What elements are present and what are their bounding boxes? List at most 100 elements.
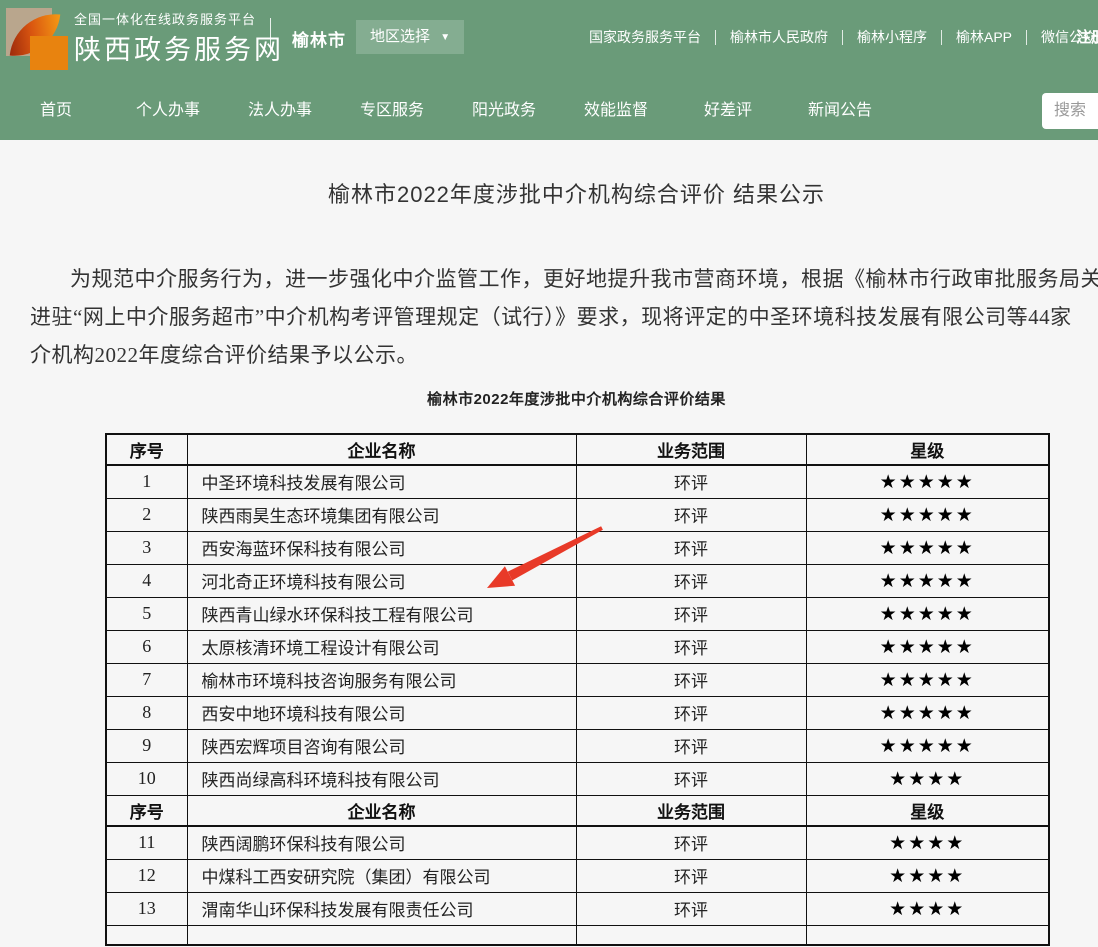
nav-item[interactable]: 效能监督 — [560, 82, 672, 140]
cell-star-rating: ★★★★ — [806, 859, 1049, 892]
cell-star-rating: ★★★★★ — [806, 729, 1049, 762]
cell-index: 11 — [106, 826, 187, 859]
cell-business-scope: 环评 — [576, 630, 806, 663]
column-header: 星级 — [806, 795, 1049, 826]
cell-index: 13 — [106, 892, 187, 925]
nav-item[interactable]: 好差评 — [672, 82, 784, 140]
nav-item[interactable]: 法人办事 — [224, 82, 336, 140]
paragraph-line: 为规范中介服务行为，进一步强化中介监管工作，更好地提升我市营商环境，根据《榆林市… — [30, 260, 1098, 298]
column-header: 序号 — [106, 434, 187, 465]
cell-company-name: 陕西青山绿水环保科技工程有限公司 — [187, 597, 576, 630]
cell-company-name: 陕西尚绿高科环境科技有限公司 — [187, 762, 576, 795]
top-link[interactable]: 榆林APP — [942, 27, 1026, 47]
announcement-paragraph: 为规范中介服务行为，进一步强化中介监管工作，更好地提升我市营商环境，根据《榆林市… — [30, 260, 1098, 374]
table-row: 10陕西尚绿高科环境科技有限公司环评★★★★ — [106, 762, 1049, 795]
platform-tagline: 全国一体化在线政务服务平台 — [74, 10, 284, 30]
region-select-button[interactable]: 地区选择 ▼ — [356, 20, 464, 54]
nav-item[interactable]: 个人办事 — [112, 82, 224, 140]
table-row: 7榆林市环境科技咨询服务有限公司环评★★★★★ — [106, 663, 1049, 696]
cell-index: 12 — [106, 859, 187, 892]
table-row: 6太原核清环境工程设计有限公司环评★★★★★ — [106, 630, 1049, 663]
column-header: 星级 — [806, 434, 1049, 465]
cell-index: 3 — [106, 531, 187, 564]
cell-company-name: 西安海蓝环保科技有限公司 — [187, 531, 576, 564]
nav-item[interactable]: 阳光政务 — [448, 82, 560, 140]
register-link[interactable]: 注册 — [1076, 26, 1098, 47]
cell-star-rating: ★★★★★ — [806, 696, 1049, 729]
cell-company-name: 陕西阔鹏环保科技有限公司 — [187, 826, 576, 859]
column-header: 序号 — [106, 795, 187, 826]
cell-clipped — [187, 925, 576, 945]
cell-index: 10 — [106, 762, 187, 795]
cell-company-name: 太原核清环境工程设计有限公司 — [187, 630, 576, 663]
cell-star-rating: ★★★★★ — [806, 531, 1049, 564]
cell-star-rating: ★★★★★ — [806, 663, 1049, 696]
table-row-clipped — [106, 925, 1049, 945]
cell-index: 7 — [106, 663, 187, 696]
site-name: 陕西政务服务网 — [74, 32, 284, 68]
main-nav: 首页个人办事法人办事专区服务阳光政务效能监督好差评新闻公告 — [0, 82, 1098, 140]
cell-business-scope: 环评 — [576, 564, 806, 597]
cell-business-scope: 环评 — [576, 696, 806, 729]
table-row: 13渭南华山环保科技发展有限责任公司环评★★★★ — [106, 892, 1049, 925]
header-divider — [270, 18, 271, 52]
cell-business-scope: 环评 — [576, 663, 806, 696]
cell-star-rating: ★★★★★ — [806, 597, 1049, 630]
nav-item[interactable]: 新闻公告 — [784, 82, 896, 140]
cell-business-scope: 环评 — [576, 892, 806, 925]
cell-business-scope: 环评 — [576, 729, 806, 762]
cell-index: 8 — [106, 696, 187, 729]
top-links: 国家政务服务平台榆林市人民政府榆林小程序榆林APP微信公众号 — [575, 0, 1098, 74]
cell-star-rating: ★★★★★ — [806, 564, 1049, 597]
cell-business-scope: 环评 — [576, 597, 806, 630]
cell-company-name: 中圣环境科技发展有限公司 — [187, 465, 576, 498]
table-row: 9陕西宏辉项目咨询有限公司环评★★★★★ — [106, 729, 1049, 762]
cell-business-scope: 环评 — [576, 762, 806, 795]
cell-business-scope: 环评 — [576, 859, 806, 892]
cell-star-rating: ★★★★ — [806, 892, 1049, 925]
column-header: 企业名称 — [187, 434, 576, 465]
evaluation-results-table: 序号企业名称业务范围星级1中圣环境科技发展有限公司环评★★★★★2陕西雨昊生态环… — [105, 433, 1050, 946]
cell-star-rating: ★★★★ — [806, 826, 1049, 859]
table-caption: 榆林市2022年度涉批中介机构综合评价结果 — [0, 388, 1098, 409]
top-link[interactable]: 榆林小程序 — [843, 27, 941, 47]
cell-company-name: 榆林市环境科技咨询服务有限公司 — [187, 663, 576, 696]
cell-star-rating: ★★★★★ — [806, 630, 1049, 663]
cell-clipped — [576, 925, 806, 945]
cell-index: 5 — [106, 597, 187, 630]
table-row: 5陕西青山绿水环保科技工程有限公司环评★★★★★ — [106, 597, 1049, 630]
column-header: 业务范围 — [576, 434, 806, 465]
cell-company-name: 渭南华山环保科技发展有限责任公司 — [187, 892, 576, 925]
nav-item[interactable]: 首页 — [0, 82, 112, 140]
top-link[interactable]: 国家政务服务平台 — [575, 27, 715, 47]
current-city-label: 榆林市 — [292, 26, 346, 51]
brand-text: 全国一体化在线政务服务平台 陕西政务服务网 — [74, 10, 284, 68]
announcement-page: 榆林市2022年度涉批中介机构综合评价 结果公示 为规范中介服务行为，进一步强化… — [0, 177, 1098, 946]
cell-index: 1 — [106, 465, 187, 498]
search-input[interactable] — [1042, 93, 1098, 129]
cell-clipped — [806, 925, 1049, 945]
region-select-label: 地区选择 — [370, 28, 430, 45]
page-title: 榆林市2022年度涉批中介机构综合评价 结果公示 — [0, 177, 1098, 209]
cell-company-name: 陕西雨昊生态环境集团有限公司 — [187, 498, 576, 531]
nav-item[interactable]: 专区服务 — [336, 82, 448, 140]
top-link[interactable]: 榆林市人民政府 — [716, 27, 842, 47]
cell-business-scope: 环评 — [576, 826, 806, 859]
table-header-row: 序号企业名称业务范围星级 — [106, 434, 1049, 465]
cell-star-rating: ★★★★★ — [806, 465, 1049, 498]
column-header: 企业名称 — [187, 795, 576, 826]
column-header: 业务范围 — [576, 795, 806, 826]
cell-company-name: 陕西宏辉项目咨询有限公司 — [187, 729, 576, 762]
chevron-down-icon: ▼ — [440, 21, 450, 55]
table-row: 8西安中地环境科技有限公司环评★★★★★ — [106, 696, 1049, 729]
table-row: 11陕西阔鹏环保科技有限公司环评★★★★ — [106, 826, 1049, 859]
table-row: 12中煤科工西安研究院（集团）有限公司环评★★★★ — [106, 859, 1049, 892]
cell-star-rating: ★★★★ — [806, 762, 1049, 795]
cell-business-scope: 环评 — [576, 498, 806, 531]
paragraph-line: 介机构2022年度综合评价结果予以公示。 — [30, 336, 1098, 374]
cell-company-name: 西安中地环境科技有限公司 — [187, 696, 576, 729]
cell-index: 9 — [106, 729, 187, 762]
site-header: 全国一体化在线政务服务平台 陕西政务服务网 榆林市 地区选择 ▼ 国家政务服务平… — [0, 0, 1098, 140]
table-row: 2陕西雨昊生态环境集团有限公司环评★★★★★ — [106, 498, 1049, 531]
site-logo-icon — [6, 8, 66, 66]
